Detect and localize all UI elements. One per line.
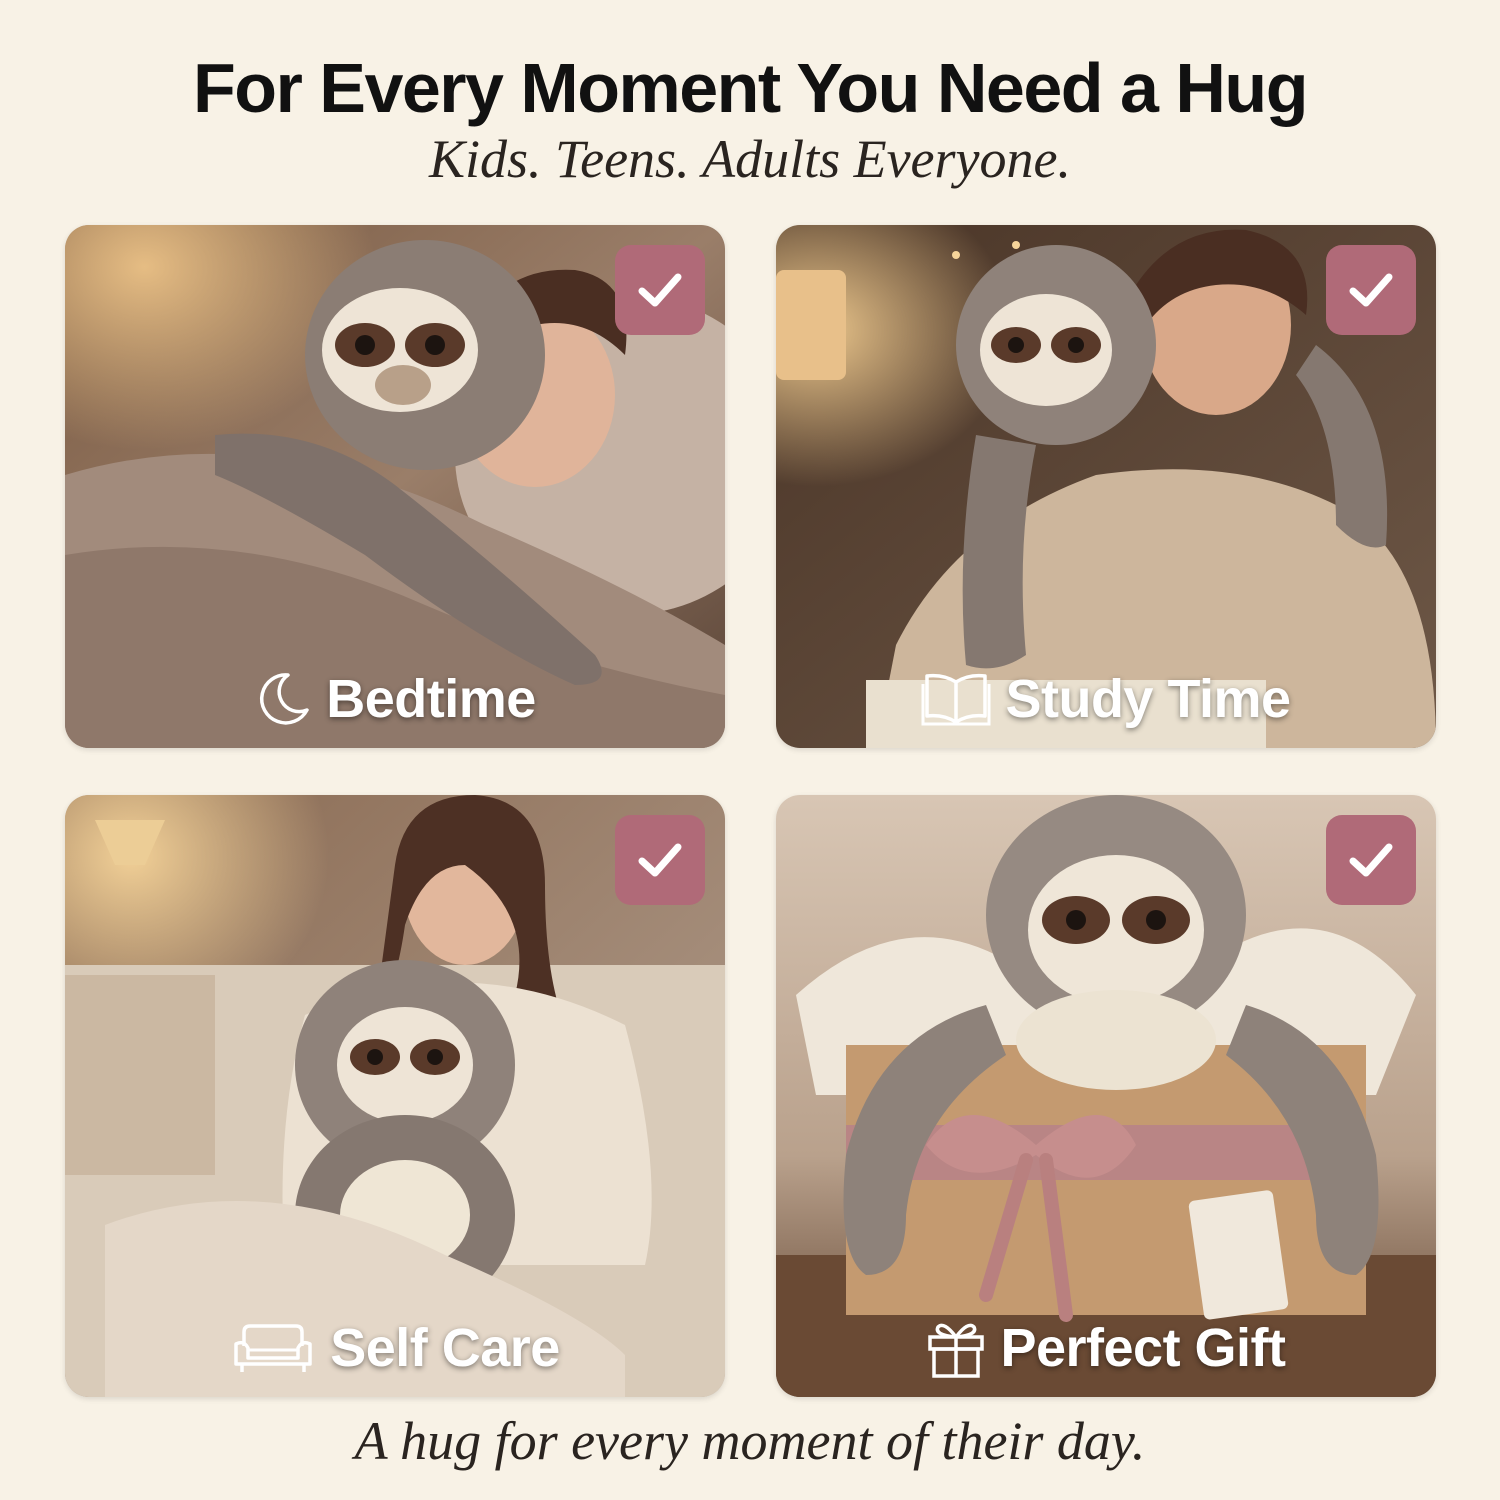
card-bedtime: Bedtime: [65, 225, 725, 748]
moon-icon: [254, 670, 312, 728]
card-label: Bedtime: [65, 668, 725, 730]
page-subtitle: Kids. Teens. Adults Everyone.: [429, 129, 1071, 189]
checkmark-badge: [1326, 815, 1416, 905]
check-icon: [1349, 843, 1393, 877]
checkmark-badge: [615, 245, 705, 335]
check-icon: [638, 273, 682, 307]
card-label-text: Bedtime: [326, 669, 536, 729]
check-icon: [638, 843, 682, 877]
card-label-text: Perfect Gift: [1000, 1318, 1286, 1378]
sofa-icon: [230, 1322, 316, 1374]
card-label: Self Care: [65, 1317, 725, 1379]
gift-icon: [926, 1317, 986, 1379]
card-self-care: Self Care: [65, 795, 725, 1397]
footer-tagline: A hug for every moment of their day.: [354, 1411, 1146, 1471]
card-perfect-gift: Perfect Gift: [776, 795, 1436, 1397]
check-icon: [1349, 273, 1393, 307]
card-label-text: Study Time: [1005, 669, 1291, 729]
card-label: Study Time: [776, 668, 1436, 730]
checkmark-badge: [615, 815, 705, 905]
card-study-time: Study Time: [776, 225, 1436, 748]
page-title: For Every Moment You Need a Hug: [193, 49, 1308, 127]
checkmark-badge: [1326, 245, 1416, 335]
card-label: Perfect Gift: [776, 1317, 1436, 1379]
card-label-text: Self Care: [330, 1318, 560, 1378]
book-icon: [921, 670, 991, 728]
